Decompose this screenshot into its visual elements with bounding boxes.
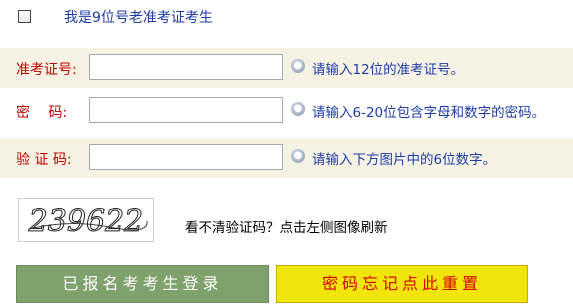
exam-number-row: 准考证号: ● 请输入12位的准考证号。	[0, 48, 573, 88]
exam-number-input[interactable]	[89, 54, 283, 80]
info-icon: ●	[291, 102, 305, 116]
exam-number-hint: 请输入12位的准考证号。	[312, 62, 465, 78]
password-hint: 请输入6-20位包含字母和数字的密码。	[312, 105, 546, 121]
captcha-label: 验 证 码:	[16, 152, 72, 168]
captcha-code: 239622	[28, 204, 144, 239]
exam-number-label: 准考证号:	[16, 62, 77, 78]
info-icon: ●	[291, 149, 305, 163]
password-row: 密 码: ● 请输入6-20位包含字母和数字的密码。	[0, 91, 573, 131]
captcha-input[interactable]	[89, 144, 283, 170]
password-label: 密 码:	[16, 105, 68, 121]
login-button[interactable]: 已报名考考生登录	[16, 265, 269, 303]
captcha-hint: 请输入下方图片中的6位数字。	[312, 152, 497, 168]
old-candidate-label[interactable]: 我是9位号老准考证考生	[64, 7, 213, 27]
captcha-refresh-text[interactable]: 看不清验证码？点击左侧图像刷新	[185, 216, 388, 236]
password-input[interactable]	[89, 97, 283, 123]
captcha-row: 验 证 码: ● 请输入下方图片中的6位数字。	[0, 138, 573, 178]
old-candidate-checkbox[interactable]	[18, 10, 31, 23]
info-icon: ●	[291, 59, 305, 73]
captcha-image[interactable]: 239622	[18, 198, 154, 242]
reset-password-button[interactable]: 密码忘记点此重置	[276, 265, 528, 303]
